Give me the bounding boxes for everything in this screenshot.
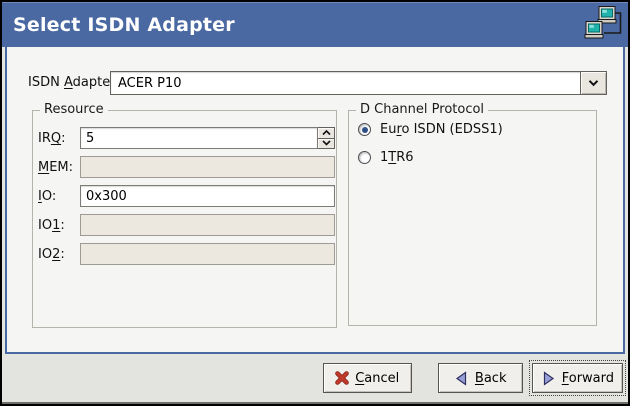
io1-row: IO1: [38, 214, 335, 236]
resource-group: Resource IRQ: MEM: [32, 110, 337, 328]
radio-option-euro-isdn[interactable]: Euro ISDN (EDSS1) [358, 122, 503, 137]
combobox-dropdown-button[interactable] [580, 72, 606, 94]
mem-row: MEM: [38, 156, 335, 178]
mem-label: MEM: [38, 160, 80, 175]
back-button[interactable]: Back [438, 363, 523, 393]
radio-option-1tr6[interactable]: 1TR6 [358, 150, 414, 165]
content-panel: ISDN Adapters: ACER P10 Resource IRQ: [5, 47, 625, 354]
io-input[interactable] [80, 185, 335, 207]
io2-input [80, 243, 335, 265]
spin-up-button[interactable] [318, 127, 335, 139]
radio-button-selected-icon[interactable] [358, 123, 371, 136]
io2-label: IO2: [38, 247, 80, 262]
resource-legend: Resource [40, 102, 108, 117]
forward-button-label: Forward [562, 371, 614, 386]
right-triangle-icon [541, 371, 556, 386]
irq-spinner [318, 127, 335, 149]
cancel-button-label: Cancel [355, 371, 399, 386]
irq-input[interactable] [80, 127, 318, 149]
radio-button-unselected-icon[interactable] [358, 151, 371, 164]
select-isdn-adapter-dialog: Select ISDN Adapter ISDN Adapte [0, 0, 630, 406]
d-channel-protocol-legend: D Channel Protocol [356, 102, 488, 117]
dialog-header: Select ISDN Adapter [2, 2, 628, 47]
io1-label: IO1: [38, 218, 80, 233]
dialog-title: Select ISDN Adapter [13, 3, 235, 48]
back-button-label: Back [475, 371, 507, 386]
network-computers-icon [584, 5, 624, 47]
1tr6-label: 1TR6 [380, 150, 414, 165]
chevron-up-icon [322, 130, 331, 136]
chevron-down-icon [322, 140, 331, 146]
io2-row: IO2: [38, 243, 335, 265]
cancel-button[interactable]: Cancel [323, 363, 412, 393]
euro-isdn-label: Euro ISDN (EDSS1) [380, 122, 503, 137]
io-label: IO: [38, 189, 80, 204]
d-channel-protocol-group: D Channel Protocol Euro ISDN (EDSS1) 1TR… [348, 110, 597, 326]
button-bar: Cancel Back Forward [2, 354, 628, 404]
isdn-adapter-combobox[interactable]: ACER P10 [110, 71, 607, 95]
red-x-icon [335, 371, 349, 385]
io1-input [80, 214, 335, 236]
spin-down-button[interactable] [318, 139, 335, 150]
forward-button[interactable]: Forward [532, 363, 623, 393]
mem-input [80, 156, 335, 178]
left-triangle-icon [454, 371, 469, 386]
chevron-down-icon [588, 79, 599, 87]
irq-row: IRQ: [38, 127, 335, 149]
irq-label: IRQ: [38, 131, 80, 146]
combobox-selected-value: ACER P10 [111, 76, 580, 91]
io-row: IO: [38, 185, 335, 207]
